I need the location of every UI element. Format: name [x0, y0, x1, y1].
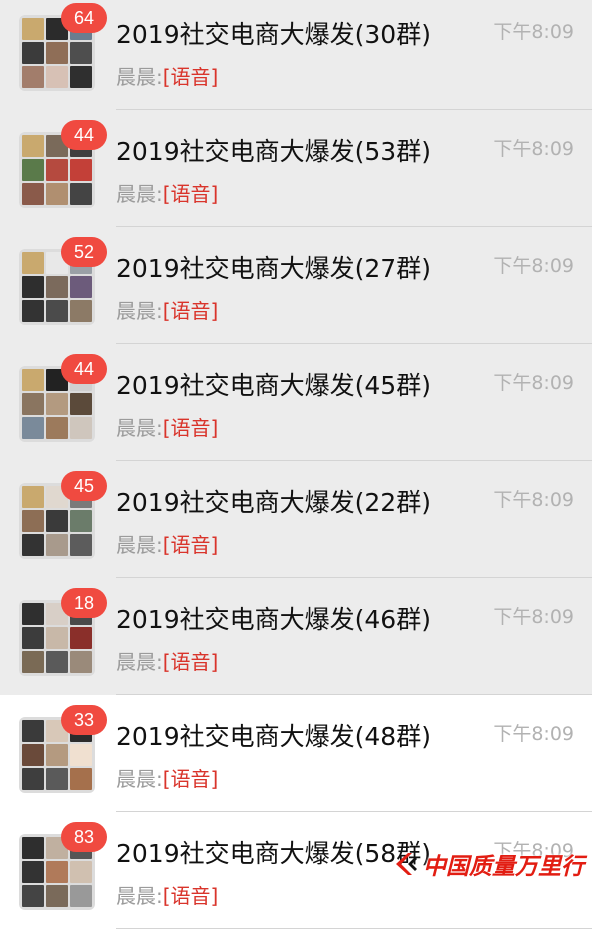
chat-title: 2019社交电商大爆发(22群) [116, 488, 431, 517]
chat-title: 2019社交电商大爆发(46群) [116, 605, 431, 634]
chat-time: 下午8:09 [493, 372, 574, 394]
watermark-text: 中国质量万里行 [423, 853, 584, 880]
chevron-logo-icon [396, 853, 417, 875]
preview-sender: 晨晨: [116, 416, 163, 440]
voice-tag: [语音] [162, 182, 219, 206]
chat-time: 下午8:09 [493, 723, 574, 745]
chat-row[interactable]: 44 2019社交电商大爆发(53群) 下午8:09 晨晨:[语音] [0, 110, 592, 227]
chat-title: 2019社交电商大爆发(30群) [116, 20, 431, 49]
unread-badge: 45 [61, 471, 107, 501]
chat-time: 下午8:09 [493, 606, 574, 628]
chat-preview: 晨晨:[语音] [116, 763, 218, 792]
chat-preview: 晨晨:[语音] [116, 880, 218, 909]
unread-badge: 44 [61, 354, 107, 384]
voice-tag: [语音] [162, 65, 219, 89]
chat-row[interactable]: 44 2019社交电商大爆发(45群) 下午8:09 晨晨:[语音] [0, 344, 592, 461]
chat-time: 下午8:09 [493, 138, 574, 160]
chat-time: 下午8:09 [493, 489, 574, 511]
unread-badge: 52 [61, 237, 107, 267]
unread-badge: 18 [61, 588, 107, 618]
unread-badge: 44 [61, 120, 107, 150]
chat-row[interactable]: 64 2019社交电商大爆发(30群) 下午8:09 晨晨:[语音] [0, 0, 592, 110]
voice-tag: [语音] [162, 533, 219, 557]
unread-badge: 64 [61, 3, 107, 33]
preview-sender: 晨晨: [116, 182, 163, 206]
voice-tag: [语音] [162, 416, 219, 440]
voice-tag: [语音] [162, 299, 219, 323]
chat-preview: 晨晨:[语音] [116, 61, 218, 90]
chat-title: 2019社交电商大爆发(48群) [116, 722, 431, 751]
chat-preview: 晨晨:[语音] [116, 295, 218, 324]
chat-row[interactable]: 52 2019社交电商大爆发(27群) 下午8:09 晨晨:[语音] [0, 227, 592, 344]
chat-list: 64 2019社交电商大爆发(30群) 下午8:09 晨晨:[语音] 44 20… [0, 0, 592, 929]
voice-tag: [语音] [162, 884, 219, 908]
chat-row[interactable]: 33 2019社交电商大爆发(48群) 下午8:09 晨晨:[语音] [0, 695, 592, 812]
chat-preview: 晨晨:[语音] [116, 646, 218, 675]
preview-sender: 晨晨: [116, 65, 163, 89]
chat-title: 2019社交电商大爆发(53群) [116, 137, 431, 166]
preview-sender: 晨晨: [116, 533, 163, 557]
chat-preview: 晨晨:[语音] [116, 178, 218, 207]
preview-sender: 晨晨: [116, 767, 163, 791]
preview-sender: 晨晨: [116, 650, 163, 674]
chat-preview: 晨晨:[语音] [116, 529, 218, 558]
watermark: 中国质量万里行 [392, 846, 584, 882]
chat-title: 2019社交电商大爆发(45群) [116, 371, 431, 400]
preview-sender: 晨晨: [116, 884, 163, 908]
chat-time: 下午8:09 [493, 255, 574, 277]
chat-preview: 晨晨:[语音] [116, 412, 218, 441]
chat-title: 2019社交电商大爆发(58群) [116, 839, 431, 868]
voice-tag: [语音] [162, 767, 219, 791]
unread-badge: 83 [61, 822, 107, 852]
chat-row[interactable]: 45 2019社交电商大爆发(22群) 下午8:09 晨晨:[语音] [0, 461, 592, 578]
voice-tag: [语音] [162, 650, 219, 674]
preview-sender: 晨晨: [116, 299, 163, 323]
unread-badge: 33 [61, 705, 107, 735]
chat-row[interactable]: 18 2019社交电商大爆发(46群) 下午8:09 晨晨:[语音] [0, 578, 592, 695]
chat-time: 下午8:09 [493, 21, 574, 43]
chat-title: 2019社交电商大爆发(27群) [116, 254, 431, 283]
